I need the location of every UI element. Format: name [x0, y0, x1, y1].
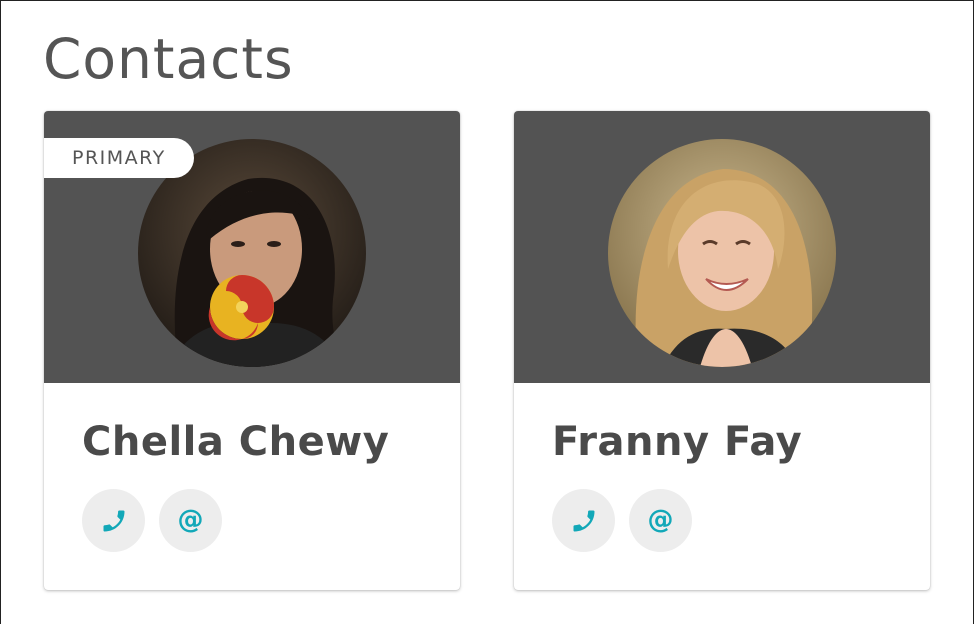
contact-name: Franny Fay [552, 419, 803, 465]
email-at-icon: @ [647, 504, 674, 535]
contact-avatar [608, 139, 836, 367]
call-button[interactable] [82, 489, 145, 552]
card-header [514, 111, 930, 383]
app-frame: Contacts PRIMARY Chella Chewy @ Franny F… [0, 0, 974, 624]
contact-card[interactable]: PRIMARY Chella Chewy @ [44, 111, 460, 590]
card-header: PRIMARY [44, 111, 460, 383]
call-button[interactable] [552, 489, 615, 552]
email-button[interactable]: @ [629, 489, 692, 552]
contact-card[interactable]: Franny Fay @ [514, 111, 930, 590]
page-title: Contacts [43, 27, 294, 91]
avatar-woman-blonde-smiling-icon [608, 139, 836, 367]
contact-name: Chella Chewy [82, 419, 390, 465]
phone-icon [103, 510, 124, 531]
email-button[interactable]: @ [159, 489, 222, 552]
contact-actions: @ [552, 489, 692, 552]
contact-actions: @ [82, 489, 222, 552]
phone-icon [573, 510, 594, 531]
email-at-icon: @ [177, 504, 204, 535]
primary-badge: PRIMARY [44, 138, 194, 178]
